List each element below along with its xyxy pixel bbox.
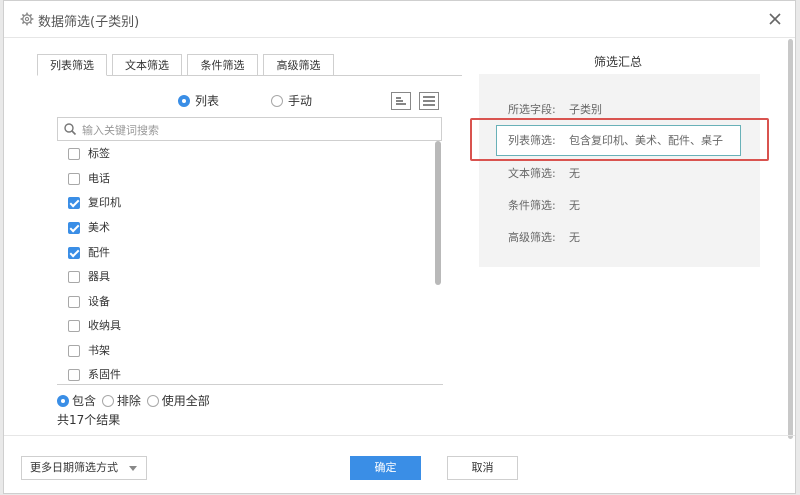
include-options: 包含 排除 使用全部	[57, 392, 212, 409]
exclude-option[interactable]: 排除	[101, 393, 141, 408]
mode-list-option[interactable]: 列表	[178, 92, 219, 109]
summary-row-condition-filter: 条件筛选: 无	[508, 197, 580, 213]
checkbox[interactable]	[68, 221, 80, 234]
dialog-title: 数据筛选(子类别)	[38, 15, 140, 30]
list-item-label: 标签	[88, 146, 110, 160]
value-list: 标签 电话 复印机 美术 配件 器具 设备 收纳具 书架 系固件	[57, 141, 443, 385]
list-item-label: 复印机	[88, 195, 121, 209]
tab-list-filter[interactable]: 列表筛选	[37, 54, 107, 76]
summary-key: 所选字段:	[508, 103, 556, 116]
search-box	[57, 117, 442, 141]
checkbox[interactable]	[68, 344, 80, 357]
filter-dialog: 数据筛选(子类别) 列表筛选 文本筛选 条件筛选 高级筛选 列表 手动 输入关键…	[3, 0, 796, 494]
tab-advanced-filter[interactable]: 高级筛选	[263, 54, 334, 76]
list-item-label: 收纳具	[88, 318, 121, 332]
search-input[interactable]	[80, 120, 434, 140]
list-item[interactable]: 设备	[68, 291, 110, 311]
menu-button[interactable]	[419, 92, 439, 110]
summary-title: 筛选汇总	[594, 55, 643, 69]
list-item-label: 配件	[88, 245, 110, 259]
dialog-scrollbar[interactable]	[788, 39, 793, 439]
mode-list-label: 列表	[195, 94, 220, 108]
list-item-label: 电话	[88, 171, 110, 185]
list-scrollbar[interactable]	[435, 141, 441, 285]
chevron-down-icon	[129, 466, 137, 471]
include-option[interactable]: 包含	[57, 393, 97, 408]
summary-row-advanced-filter: 高级筛选: 无	[508, 229, 580, 245]
radio-use-all[interactable]	[146, 394, 159, 407]
summary-panel: 所选字段: 子类别 列表筛选: 包含复印机、美术、配件、桌子 文本筛选: 无 条件筛选…	[479, 74, 760, 267]
dialog-footer: 更多日期筛选方式 确定 取消	[4, 435, 795, 493]
checkbox[interactable]	[68, 368, 80, 381]
checkbox[interactable]	[68, 147, 80, 160]
result-count: 共17个结果	[57, 413, 121, 427]
summary-value: 无	[569, 231, 580, 244]
sort-icon	[396, 97, 406, 105]
tab-text-filter[interactable]: 文本筛选	[112, 54, 182, 76]
summary-key: 高级筛选:	[508, 231, 556, 244]
use-all-option[interactable]: 使用全部	[146, 393, 210, 408]
checkbox[interactable]	[68, 172, 80, 185]
checkbox[interactable]	[68, 295, 80, 308]
checkbox[interactable]	[68, 270, 80, 283]
menu-icon	[423, 96, 435, 106]
summary-value: 子类别	[569, 103, 602, 116]
summary-key: 条件筛选:	[508, 199, 556, 212]
summary-value: 无	[569, 199, 580, 212]
summary-row-text-filter: 文本筛选: 无	[508, 165, 580, 181]
close-icon[interactable]	[763, 7, 787, 31]
list-item[interactable]: 美术	[68, 217, 110, 237]
list-item-label: 书架	[88, 343, 110, 357]
checkbox[interactable]	[68, 246, 80, 259]
exclude-label: 排除	[116, 394, 141, 408]
summary-key: 文本筛选:	[508, 167, 556, 180]
radio-include[interactable]	[57, 394, 69, 407]
sort-button[interactable]	[391, 92, 411, 110]
list-item[interactable]: 复印机	[68, 192, 121, 212]
checkbox[interactable]	[68, 319, 80, 332]
gear-icon	[20, 12, 34, 26]
list-item[interactable]: 标签	[68, 143, 110, 163]
list-item-label: 系固件	[88, 367, 121, 381]
list-item-label: 美术	[88, 220, 110, 234]
mode-manual-label: 手动	[288, 94, 313, 108]
include-label: 包含	[72, 394, 97, 408]
highlight-annotation	[470, 118, 769, 161]
list-item[interactable]: 收纳具	[68, 315, 121, 335]
list-item[interactable]: 电话	[68, 168, 110, 188]
radio-list[interactable]	[178, 94, 190, 107]
cancel-button[interactable]: 取消	[447, 456, 518, 480]
use-all-label: 使用全部	[161, 394, 210, 408]
list-item[interactable]: 书架	[68, 340, 110, 360]
mode-manual-option[interactable]: 手动	[271, 92, 312, 109]
tab-condition-filter[interactable]: 条件筛选	[187, 54, 258, 76]
ok-button[interactable]: 确定	[350, 456, 421, 480]
list-item-label: 器具	[88, 269, 110, 283]
summary-value: 无	[569, 167, 580, 180]
title-bar: 数据筛选(子类别)	[4, 1, 795, 38]
date-filter-label: 更多日期筛选方式	[30, 461, 118, 474]
checkbox[interactable]	[68, 196, 80, 209]
search-icon	[64, 123, 77, 136]
list-item[interactable]: 器具	[68, 266, 110, 286]
date-filter-dropdown[interactable]: 更多日期筛选方式	[21, 456, 147, 480]
list-item[interactable]: 配件	[68, 242, 110, 262]
radio-exclude[interactable]	[101, 394, 114, 407]
list-item[interactable]: 系固件	[68, 364, 121, 384]
list-item-label: 设备	[88, 294, 110, 308]
radio-manual[interactable]	[271, 94, 283, 107]
summary-row-field: 所选字段: 子类别	[508, 101, 602, 117]
